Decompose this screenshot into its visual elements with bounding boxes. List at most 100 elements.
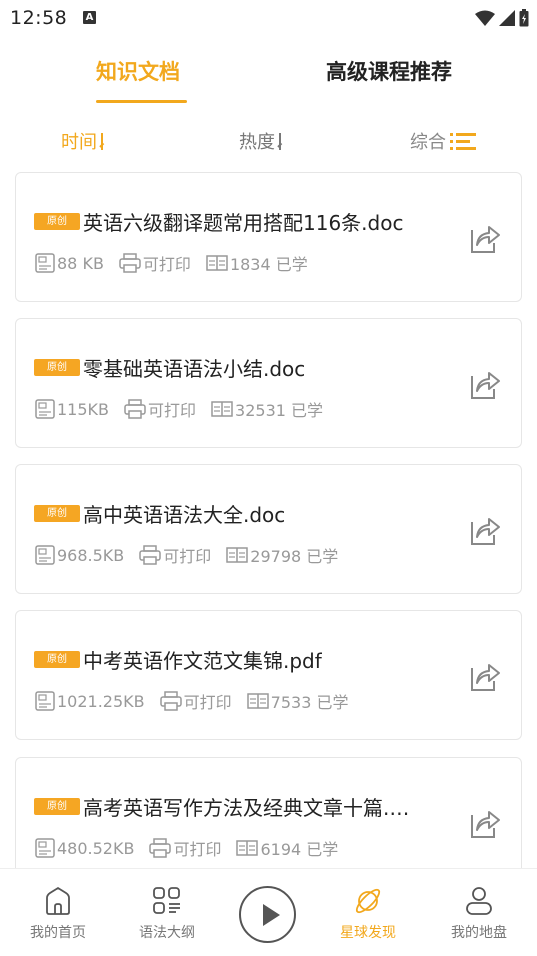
notification-a-icon: A <box>83 11 96 24</box>
file-size-text: 968.5KB <box>57 545 125 565</box>
printable: 可打印 <box>159 689 232 713</box>
printable-text: 可打印 <box>173 840 222 859</box>
file-size: 115KB <box>34 398 109 420</box>
arrow-down-icon <box>279 132 281 150</box>
top-tabs: 知识文档 高级课程推荐 <box>0 50 537 110</box>
document-card-2[interactable]: 原创 零基础英语语法小结.doc 115KB 可打印 32531 已学 <box>15 318 522 448</box>
original-badge: 原创 <box>34 651 80 668</box>
sort-by-popularity-label: 热度 <box>239 132 275 153</box>
grid-list-icon <box>153 887 180 914</box>
learner-count-text: 6194 已学 <box>260 840 339 859</box>
signal-icon <box>499 10 515 26</box>
book-icon <box>206 255 228 271</box>
nav-home[interactable]: 我的首页 <box>18 885 98 942</box>
original-badge: 原创 <box>34 359 80 376</box>
play-button[interactable] <box>239 886 296 943</box>
printable: 可打印 <box>138 543 211 567</box>
nav-planet-discover-label: 星球发现 <box>340 925 396 941</box>
printable-text: 可打印 <box>163 547 212 566</box>
original-badge: 原创 <box>34 798 80 815</box>
home-icon <box>46 886 70 915</box>
book-icon <box>211 401 233 417</box>
file-size-text: 480.52KB <box>57 838 135 858</box>
file-size-text: 1021.25KB <box>57 691 145 711</box>
learner-count: 1834 已学 <box>205 251 308 275</box>
document-card-1[interactable]: 原创 英语六级翻译题常用搭配116条.doc 88 KB 可打印 1834 已学 <box>15 172 522 302</box>
printable: 可打印 <box>123 397 196 421</box>
printable: 可打印 <box>148 836 221 860</box>
book-icon <box>246 693 269 709</box>
nav-my-space[interactable]: 我的地盘 <box>439 885 519 942</box>
document-title: 零基础英语语法小结.doc <box>83 357 306 381</box>
share-icon[interactable] <box>467 367 501 401</box>
document-title-row: 原创 高中英语语法大全.doc <box>34 499 464 528</box>
file-icon <box>35 691 55 711</box>
printer-icon <box>149 838 172 858</box>
bottom-nav: 我的首页 语法大纲 星球发现 我的地盘 <box>0 868 537 956</box>
sort-bar: 时间 热度 综合 <box>0 120 537 160</box>
user-icon <box>466 887 492 915</box>
file-icon <box>35 399 55 419</box>
status-time: 12:58 <box>10 7 68 29</box>
share-icon[interactable] <box>467 513 501 547</box>
list-icon <box>450 133 476 150</box>
learner-count-text: 29798 已学 <box>250 547 339 566</box>
printable-text: 可打印 <box>142 255 191 274</box>
status-right-icons <box>475 8 529 28</box>
tab-knowledge-docs[interactable]: 知识文档 <box>96 56 180 86</box>
sort-by-time-label: 时间 <box>61 132 97 153</box>
status-bar: 12:58 A <box>0 0 537 36</box>
book-icon <box>236 840 259 856</box>
share-icon[interactable] <box>467 659 501 693</box>
original-badge: 原创 <box>34 505 80 522</box>
nav-grammar-outline-label: 语法大纲 <box>139 925 195 941</box>
document-title: 中考英语作文范文集锦.pdf <box>83 649 322 673</box>
share-icon[interactable] <box>467 806 501 840</box>
document-title-row: 原创 中考英语作文范文集锦.pdf <box>34 645 464 674</box>
document-title-row: 原创 高考英语写作方法及经典文章十篇.… <box>34 792 464 821</box>
sort-by-time[interactable]: 时间 <box>61 128 103 154</box>
file-icon <box>35 253 55 273</box>
document-title: 高考英语写作方法及经典文章十篇.… <box>83 796 410 820</box>
learner-count-text: 1834 已学 <box>229 255 308 274</box>
battery-icon <box>519 9 529 27</box>
document-meta: 480.52KB 可打印 6194 已学 <box>34 836 352 860</box>
nav-home-label: 我的首页 <box>30 925 86 941</box>
document-title: 高中英语语法大全.doc <box>83 503 286 527</box>
document-title-row: 原创 英语六级翻译题常用搭配116条.doc <box>34 207 464 236</box>
book-icon <box>226 547 249 563</box>
file-size: 968.5KB <box>34 544 124 566</box>
document-card-4[interactable]: 原创 中考英语作文范文集锦.pdf 1021.25KB 可打印 7533 已学 <box>15 610 522 740</box>
document-card-3[interactable]: 原创 高中英语语法大全.doc 968.5KB 可打印 29798 已学 <box>15 464 522 594</box>
document-meta: 1021.25KB 可打印 7533 已学 <box>34 689 362 713</box>
printer-icon <box>159 691 182 711</box>
file-size: 88 KB <box>34 252 104 274</box>
nav-grammar-outline[interactable]: 语法大纲 <box>127 885 207 942</box>
document-title: 英语六级翻译题常用搭配116条.doc <box>83 211 404 235</box>
file-icon <box>35 545 55 565</box>
original-badge: 原创 <box>34 213 80 230</box>
printable-text: 可打印 <box>183 693 232 712</box>
document-meta: 115KB 可打印 32531 已学 <box>34 397 337 421</box>
file-size: 480.52KB <box>34 837 134 859</box>
nav-my-space-label: 我的地盘 <box>451 925 507 941</box>
tab-advanced-courses[interactable]: 高级课程推荐 <box>326 56 452 86</box>
printable-text: 可打印 <box>148 401 197 420</box>
learner-count-text: 32531 已学 <box>235 401 324 420</box>
learner-count: 7533 已学 <box>246 689 349 713</box>
wifi-icon <box>475 10 495 26</box>
share-icon[interactable] <box>467 221 501 255</box>
printer-icon <box>119 253 141 273</box>
learner-count-text: 7533 已学 <box>270 693 349 712</box>
sort-by-popularity[interactable]: 热度 <box>239 128 281 154</box>
learner-count: 29798 已学 <box>225 543 338 567</box>
file-size-text: 88 KB <box>57 253 104 273</box>
document-meta: 88 KB 可打印 1834 已学 <box>34 251 322 275</box>
file-size-text: 115KB <box>57 399 110 419</box>
sort-comprehensive[interactable]: 综合 <box>410 128 476 154</box>
printer-icon <box>124 399 146 419</box>
arrow-down-icon <box>101 132 103 150</box>
nav-planet-discover[interactable]: 星球发现 <box>328 885 408 942</box>
printer-icon <box>139 545 162 565</box>
printable: 可打印 <box>118 251 191 275</box>
